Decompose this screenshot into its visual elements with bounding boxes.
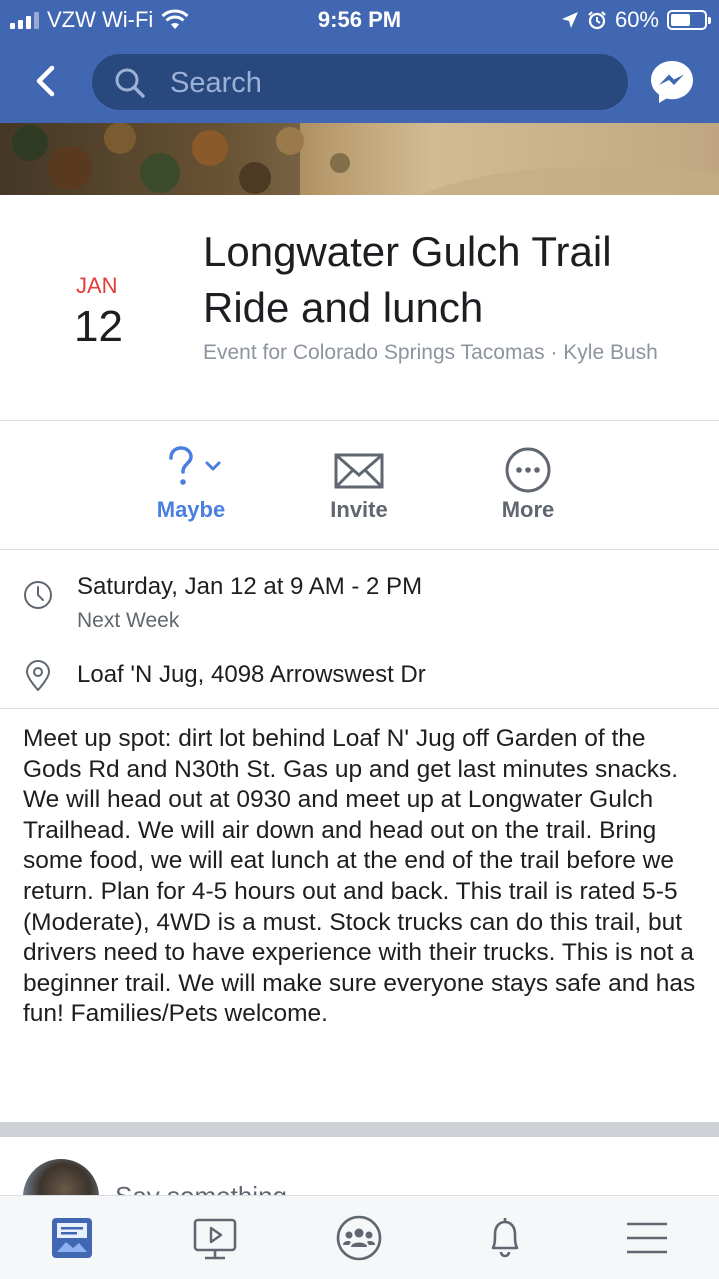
- battery-icon: [667, 10, 711, 30]
- question-icon: [169, 446, 221, 485]
- location-arrow-icon: [561, 12, 578, 28]
- groups-icon[interactable]: [335, 1214, 383, 1262]
- invite-label: Invite: [330, 497, 388, 522]
- event-datetime[interactable]: Saturday, Jan 12 at 9 AM - 2 PM: [77, 573, 422, 601]
- news-feed-icon[interactable]: [48, 1214, 96, 1262]
- section-separator: [0, 1122, 719, 1137]
- search-icon: [115, 68, 145, 98]
- event-location[interactable]: Loaf 'N Jug, 4098 Arrowswest Dr: [77, 661, 426, 689]
- envelope-icon: [334, 453, 384, 489]
- battery-percent: 60%: [614, 7, 659, 32]
- nav-bar: Search: [0, 50, 719, 112]
- chevron-left-icon[interactable]: [26, 60, 66, 102]
- event-relative-time: Next Week: [77, 609, 180, 632]
- more-label: More: [501, 497, 555, 522]
- cover-photo-texture: [0, 123, 719, 195]
- divider: [0, 708, 719, 709]
- cover-photo[interactable]: [0, 123, 719, 195]
- event-description: Meet up spot: dirt lot behind Loaf N' Ju…: [23, 725, 696, 1028]
- app-header: VZW Wi-Fi 9:56 PM 60% Search: [0, 0, 719, 123]
- composer-placeholder: Say something...: [115, 1181, 309, 1195]
- status-bar: VZW Wi-Fi 9:56 PM 60%: [0, 0, 719, 40]
- event-day: 12: [74, 302, 123, 351]
- clock-icon: [24, 581, 52, 609]
- avatar: [23, 1159, 99, 1195]
- tab-bar: [0, 1195, 719, 1279]
- event-subtitle[interactable]: Event for Colorado Springs Tacomas · Kyl…: [203, 340, 703, 366]
- search-input[interactable]: Search: [92, 54, 628, 110]
- more-icon: [505, 447, 551, 493]
- messenger-icon[interactable]: [648, 58, 696, 106]
- location-pin-icon: [25, 660, 51, 692]
- divider: [0, 549, 719, 550]
- notifications-icon[interactable]: [481, 1214, 529, 1262]
- event-title: Longwater Gulch Trail Ride and lunch: [203, 228, 612, 331]
- watch-icon[interactable]: [191, 1214, 239, 1262]
- post-composer[interactable]: Say something...: [0, 1137, 719, 1195]
- divider: [0, 420, 719, 421]
- event-month: JAN: [76, 273, 118, 298]
- menu-icon[interactable]: [623, 1214, 671, 1262]
- search-placeholder: Search: [170, 67, 262, 99]
- alarm-icon: [588, 11, 606, 30]
- maybe-label: Maybe: [156, 497, 226, 522]
